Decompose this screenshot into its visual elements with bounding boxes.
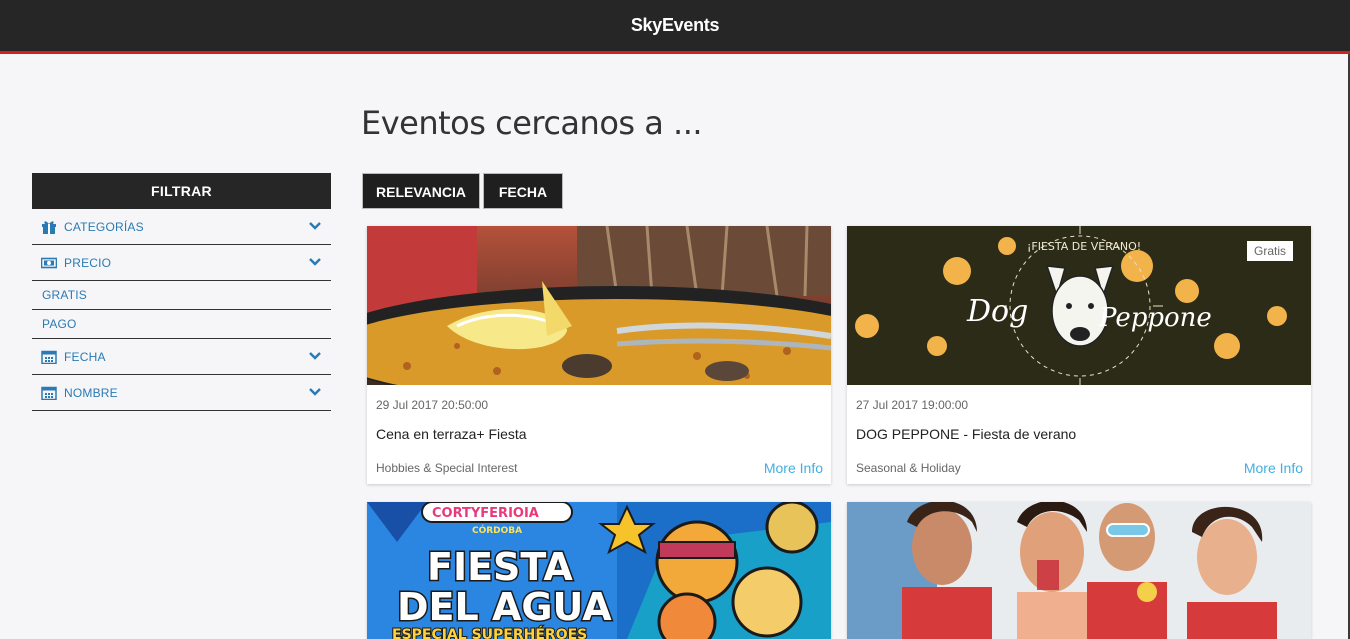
image-main-text-1: FIESTA [427,545,573,589]
filter-precio[interactable]: PRECIO [32,245,331,281]
money-icon [41,257,57,268]
event-title[interactable]: Cena en terraza+ Fiesta [376,426,527,442]
filter-categorias-label: CATEGORÍAS [64,219,144,234]
top-navbar: SkyEvents [0,0,1350,54]
filter-fecha-label: FECHA [64,349,106,364]
event-image-party-crowd[interactable] [847,502,1311,639]
filter-precio-label: PRECIO [64,255,112,270]
sort-fecha-button[interactable]: FECHA [483,173,563,209]
image-bottom-text: ESPECIAL SUPERHÉROES [392,626,587,639]
filter-gratis-label: GRATIS [42,288,87,302]
filter-pago-label: PAGO [42,317,77,331]
chevron-down-icon[interactable] [309,257,321,267]
page-title: Eventos cercanos a ... [361,104,703,142]
image-sub-text: CÓRDOBA [472,524,522,536]
more-info-link[interactable]: More Info [1244,460,1303,476]
gift-icon [42,220,56,234]
filter-categorias[interactable]: CATEGORÍAS [32,209,331,245]
event-title[interactable]: DOG PEPPONE - Fiesta de verano [856,426,1076,442]
brand-logo[interactable]: SkyEvents [0,15,1350,36]
filter-option-gratis[interactable]: GRATIS [32,281,331,310]
calendar-icon [41,386,57,400]
event-card[interactable] [847,502,1311,639]
filter-option-pago[interactable]: PAGO [32,310,331,339]
price-badge: Gratis [1246,241,1293,261]
calendar-icon [41,350,57,364]
sort-relevancia-button[interactable]: RELEVANCIA [362,173,480,209]
dog-banner-text: ¡FIESTA DE VERANO! [1027,240,1141,253]
dog-name-right-text: Peppone [1098,303,1212,333]
event-category: Hobbies & Special Interest [376,461,518,475]
image-top-text: CORTYFERIOIA [432,506,539,521]
more-info-link[interactable]: More Info [764,460,823,476]
event-date: 29 Jul 2017 20:50:00 [376,398,489,412]
event-image-fiesta-del-agua[interactable]: CORTYFERIOIA CÓRDOBA FIESTA DEL AGUA ESP… [367,502,831,639]
chevron-down-icon[interactable] [309,351,321,361]
filter-nombre[interactable]: NOMBRE [32,375,331,411]
event-image-paella[interactable] [367,226,831,385]
image-main-text-2: DEL AGUA [397,585,612,629]
event-image-dog-peppone[interactable]: ¡FIESTA DE VERANO! Dog Peppone Gratis [847,226,1311,385]
filter-sidebar: FILTRAR CATEGORÍAS PRECIO GRATIS PAGO FE… [32,173,331,411]
dog-name-left-text: Dog [966,294,1028,329]
event-card[interactable]: ¡FIESTA DE VERANO! Dog Peppone Gratis 27… [847,226,1311,484]
event-category: Seasonal & Holiday [856,461,961,475]
event-card[interactable]: 29 Jul 2017 20:50:00 Cena en terraza+ Fi… [367,226,831,484]
filter-fecha[interactable]: FECHA [32,339,331,375]
chevron-down-icon[interactable] [309,387,321,397]
event-date: 27 Jul 2017 19:00:00 [856,398,969,412]
filter-nombre-label: NOMBRE [64,385,118,400]
filter-header: FILTRAR [32,173,331,209]
chevron-down-icon[interactable] [309,221,321,231]
event-card[interactable]: CORTYFERIOIA CÓRDOBA FIESTA DEL AGUA ESP… [367,502,831,639]
